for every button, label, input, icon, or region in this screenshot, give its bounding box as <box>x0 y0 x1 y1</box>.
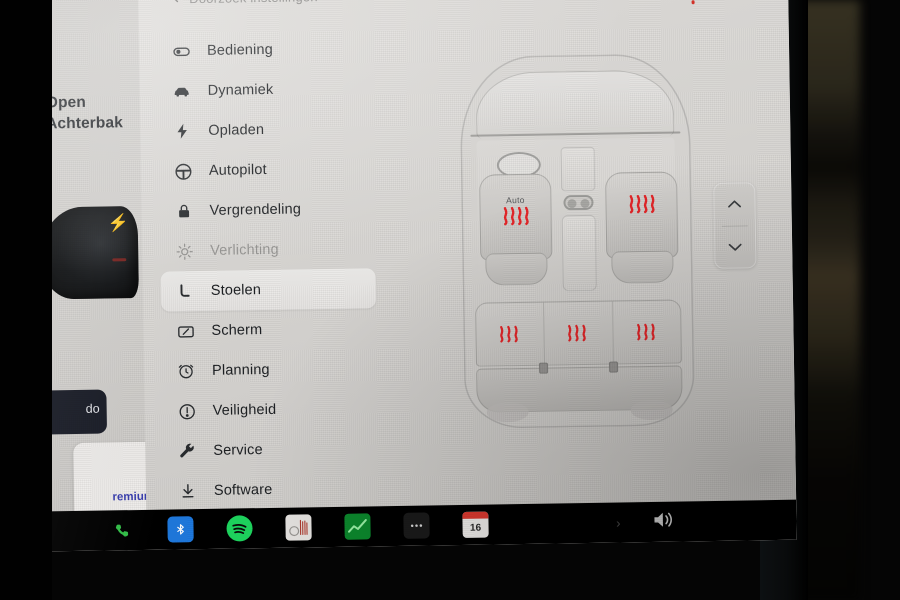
sidebar-item-label: Scherm <box>211 322 263 339</box>
sidebar-item-autopilot[interactable]: Autopilot <box>159 148 375 191</box>
settings-sidebar: Bediening Dynamiek Opladen Autopilot Ver… <box>157 28 380 550</box>
bolt-icon <box>172 121 192 141</box>
steering-wheel-icon <box>173 161 193 181</box>
rear-center-seat-heater-button[interactable] <box>543 301 613 365</box>
sidebar-item-label: Service <box>213 442 263 459</box>
sidebar-item-label: Opladen <box>208 121 265 139</box>
windshield <box>475 69 675 139</box>
calendar-app-icon[interactable]: 16 <box>462 511 489 538</box>
sidebar-item-dynamiek[interactable]: Dynamiek <box>157 68 373 111</box>
display-icon <box>175 321 195 341</box>
settings-panel: Doorzoek instellingen Easy Entry <box>137 0 797 550</box>
search-input[interactable]: Doorzoek instellingen <box>189 0 318 6</box>
taskbar-right-group: › <box>616 509 679 537</box>
sidebar-item-opladen[interactable]: Opladen <box>158 108 374 151</box>
sidebar-item-vergrendeling[interactable]: Vergrendeling <box>159 188 375 231</box>
search-bar[interactable]: Doorzoek instellingen <box>164 0 318 9</box>
person-icon <box>483 0 496 1</box>
room-reflection <box>795 0 860 600</box>
cupholders <box>563 194 594 211</box>
sidebar-item-service[interactable]: Service <box>163 428 379 471</box>
driver-seat-auto-label: Auto <box>506 194 525 206</box>
sidebar-item-label: Dynamiek <box>207 81 274 99</box>
sidebar-item-software[interactable]: Software <box>164 468 380 511</box>
sidebar-item-stoelen[interactable]: Stoelen <box>160 268 377 312</box>
charge-bolt-icon: ⚡ <box>107 213 130 233</box>
driver-profile-button[interactable]: Easy Entry <box>483 0 579 1</box>
sidebar-item-planning[interactable]: Planning <box>162 348 378 391</box>
download-arrow-icon <box>178 481 198 501</box>
speaker-volume-icon[interactable] <box>650 509 678 536</box>
seatbelt-buckle <box>608 361 619 373</box>
spotify-app-icon[interactable] <box>226 515 253 542</box>
phone-app-icon[interactable] <box>108 517 134 543</box>
chevron-down-icon[interactable] <box>727 241 743 252</box>
radio-tuner-app-icon[interactable] <box>285 514 312 541</box>
dark-card-text: do <box>85 401 100 416</box>
center-armrest <box>561 214 597 292</box>
chevron-right-icon[interactable]: › <box>616 515 621 530</box>
sidebar-item-label: Vergrendeling <box>209 201 302 219</box>
sidebar-item-scherm[interactable]: Scherm <box>161 308 377 351</box>
car-icon <box>172 81 192 101</box>
heat-wave-icon <box>565 324 592 342</box>
wrench-icon <box>177 441 197 461</box>
more-apps-icon[interactable] <box>403 512 430 539</box>
toggle-switch-icon <box>171 41 191 61</box>
chevron-up-icon[interactable] <box>726 198 742 209</box>
sidebar-item-label: Planning <box>211 361 270 379</box>
search-icon <box>164 0 179 9</box>
sidebar-item-label: Veiligheid <box>212 401 277 419</box>
dark-info-card[interactable]: do <box>36 389 108 435</box>
photo-of-car-touchscreen: Open Achterbak ⚡ do remium Bediening Dyn… <box>0 0 900 600</box>
heat-wave-icon <box>497 325 524 343</box>
sidebar-item-label: Software <box>213 481 273 499</box>
touchscreen-display: Open Achterbak ⚡ do remium Bediening Dyn… <box>8 0 797 552</box>
warning-circle-icon <box>177 401 197 421</box>
seat-adjust-stepper[interactable] <box>713 182 757 269</box>
sun-icon <box>174 241 194 261</box>
center-console <box>560 146 596 192</box>
stepper-divider <box>721 225 748 227</box>
rear-bench <box>475 299 683 367</box>
passenger-seat-cushion <box>611 250 674 284</box>
lock-icon <box>173 201 193 221</box>
sidebar-item-label: Verlichting <box>210 241 279 259</box>
driver-seat-heater-button[interactable]: Auto <box>479 173 553 286</box>
front-passenger-seat-heater-button[interactable] <box>605 171 679 284</box>
heat-wave-icon <box>626 194 656 214</box>
sidebar-item-veiligheid[interactable]: Veiligheid <box>162 388 378 431</box>
sidebar-item-bediening[interactable]: Bediening <box>157 28 373 71</box>
sidebar-item-verlichting[interactable]: Verlichting <box>160 228 376 271</box>
driver-seat-cushion <box>485 252 548 286</box>
taskbar-app-group: 16 <box>108 511 489 544</box>
alarm-clock-icon <box>176 361 196 381</box>
sidebar-item-label: Stoelen <box>210 282 262 299</box>
sidebar-item-label: Autopilot <box>208 161 267 179</box>
seatbelt-buckle <box>538 362 549 374</box>
settings-topbar: Doorzoek instellingen Easy Entry <box>138 0 788 14</box>
rear-left-seat-heater-button[interactable] <box>476 303 544 366</box>
bluetooth-app-icon[interactable] <box>167 516 194 543</box>
notification-badge <box>691 0 695 4</box>
heat-wave-icon <box>501 206 531 226</box>
chart-app-icon[interactable] <box>344 513 371 540</box>
seat-icon <box>175 281 195 301</box>
heat-wave-icon <box>633 323 660 341</box>
taillight <box>112 257 127 261</box>
seat-heater-diagram: Auto <box>459 53 695 429</box>
status-icon-group: LTE <box>652 0 765 4</box>
sidebar-item-label: Bediening <box>206 41 274 59</box>
rear-right-seat-heater-button[interactable] <box>611 300 681 364</box>
calendar-day-number: 16 <box>469 522 482 534</box>
